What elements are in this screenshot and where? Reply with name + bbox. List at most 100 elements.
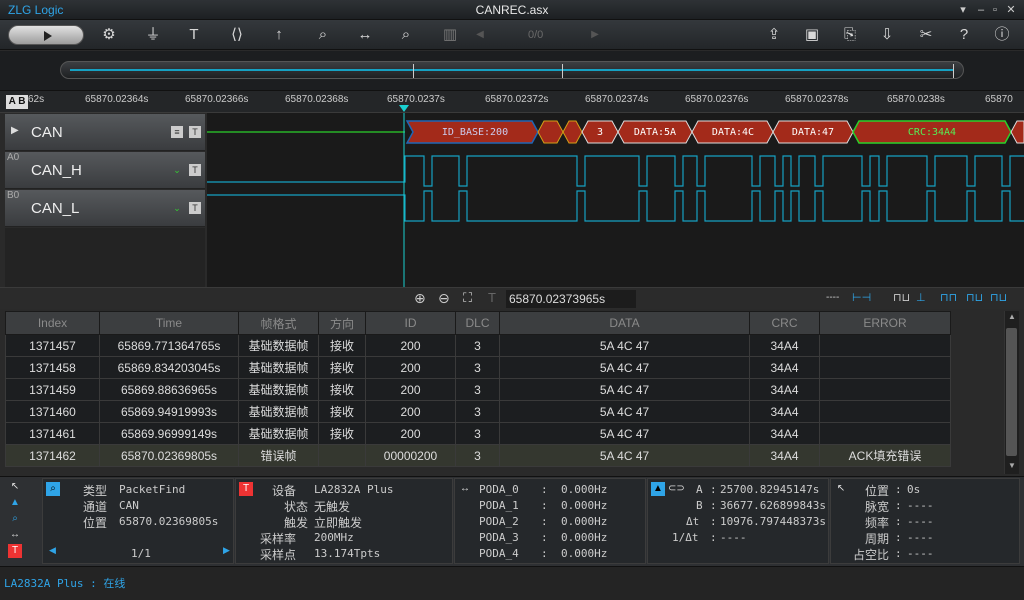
tool-palette: ↖ ▲ ⌕ ↔ T: [4, 478, 34, 564]
table-cell: 接收: [318, 334, 366, 357]
protocol-decode-icon[interactable]: ⟨⟩: [225, 24, 249, 46]
pulse-train-icon[interactable]: ⊓⊓: [940, 291, 957, 304]
zoom-in-icon[interactable]: ⊕: [414, 290, 426, 307]
range-icon[interactable]: ↔: [8, 528, 22, 542]
col-header[interactable]: CRC: [749, 311, 820, 335]
scroll-thumb[interactable]: [1006, 328, 1017, 456]
table-row[interactable]: 1371459 65869.88636965s 基础数据帧 接收 200 3 5A 4C 4…: [5, 378, 951, 401]
rising-edge-icon[interactable]: ⊥: [916, 291, 926, 304]
table-row[interactable]: 1371457 65869.771364765s 基础数据帧 接收 200 3 5A 4C …: [5, 334, 951, 357]
duty-cycle-icon[interactable]: ⊓⊔: [966, 291, 983, 304]
table-row[interactable]: 1371462 65870.02369805s 错误帧 00000200 3 5A 4C …: [5, 444, 951, 467]
cursor-label: Δt: [686, 515, 700, 528]
trigger-red-icon[interactable]: T: [239, 482, 253, 496]
overview-marker: [562, 64, 563, 78]
link-icon[interactable]: ⊂⊃: [668, 482, 685, 496]
col-header[interactable]: DATA: [499, 311, 750, 335]
tick-label: 65870.0237s: [387, 94, 445, 105]
col-header[interactable]: 方向: [318, 311, 366, 335]
trigger-t-icon[interactable]: T: [189, 202, 201, 214]
width-measure-icon[interactable]: ⊢⊣: [852, 291, 871, 304]
channel-can-l[interactable]: B0 CAN_L ⌄ T: [5, 190, 205, 227]
pointer-icon[interactable]: ▲: [651, 482, 665, 496]
table-cell: 5A 4C 47: [499, 378, 750, 401]
chevron-down-icon[interactable]: ⌄: [171, 164, 183, 176]
close-icon[interactable]: ✕: [1002, 2, 1020, 18]
search-value: PacketFind: [119, 483, 186, 496]
col-header[interactable]: Time: [99, 311, 239, 335]
tools-icon[interactable]: ✂: [914, 24, 938, 46]
table-row[interactable]: 1371458 65869.834203045s 基础数据帧 接收 200 3 5A 4C …: [5, 356, 951, 379]
search-icon[interactable]: ⌕: [46, 482, 60, 496]
info-icon[interactable]: ⓘ: [990, 24, 1014, 46]
pointer-icon[interactable]: ↖: [8, 480, 22, 494]
tick-label: 65870.02378s: [785, 94, 849, 105]
channel-can-h[interactable]: A0 CAN_H ⌄ T: [5, 152, 205, 189]
cursor-t-icon: T: [488, 290, 496, 305]
time-ruler[interactable]: A B 62s 65870.02364s 65870.02366s 65870.…: [0, 91, 1024, 113]
col-header[interactable]: ID: [365, 311, 456, 335]
channel-can[interactable]: ▶ CAN ≡ T: [5, 114, 205, 151]
next-page-icon[interactable]: ▶: [583, 24, 607, 46]
save-icon[interactable]: ▣: [800, 24, 824, 46]
select-pointer-icon[interactable]: ▲: [8, 496, 22, 510]
packet-search-icon[interactable]: ⌕: [311, 24, 335, 46]
scroll-down-icon[interactable]: ▼: [1008, 461, 1016, 470]
cursor-label: B: [696, 499, 703, 512]
toolbar: ⚙ ⏚ T ⟨⟩ ↑ ⌕ ↔ ⌕ ▥ ◀ 0/0 ▶ ⇪ ▣ ⎘ ⇩ ✂ ? ⓘ: [0, 20, 1024, 50]
cursor-value: 25700.82945147s: [720, 483, 820, 496]
edge-trigger-icon[interactable]: ↑: [267, 24, 291, 46]
search-icon[interactable]: ⌕: [394, 24, 418, 46]
trigger-t-icon[interactable]: T: [189, 126, 201, 138]
range-icon[interactable]: ↔: [458, 482, 472, 496]
download-icon[interactable]: ⇩: [875, 24, 899, 46]
zoom-search-icon[interactable]: ⌕: [8, 512, 22, 526]
run-button[interactable]: [8, 25, 84, 45]
channel-list-empty: [5, 228, 205, 287]
export-icon[interactable]: ⇪: [762, 24, 786, 46]
zoom-fit-icon[interactable]: ⛶: [463, 290, 472, 306]
probe-label: PODA_1: [479, 499, 519, 512]
trigger-t-icon[interactable]: T: [189, 164, 201, 176]
table-row[interactable]: 1371460 65869.94919993s 基础数据帧 接收 200 3 5A 4C 4…: [5, 400, 951, 423]
waveform-area[interactable]: ID_BASE:200 3 DATA:5A DATA:4C DATA:47 CR…: [207, 113, 1024, 287]
trigger-red-icon[interactable]: T: [8, 544, 22, 558]
period-icon[interactable]: ⊓⊔: [990, 291, 1007, 304]
save-as-icon[interactable]: ⎘: [838, 24, 862, 46]
dash-icon[interactable]: ----: [826, 292, 839, 303]
pulse-icon[interactable]: ⊓⊔: [893, 291, 910, 304]
table-cell: [819, 356, 951, 379]
colon: :: [541, 483, 548, 496]
chevron-down-icon[interactable]: ⌄: [171, 202, 183, 214]
table-row[interactable]: 1371461 65869.96999149s 基础数据帧 接收 200 3 5A 4C 4…: [5, 422, 951, 445]
settings-gear-icon[interactable]: ⚙: [97, 24, 121, 46]
trigger-icon[interactable]: ⏚: [141, 24, 165, 46]
help-icon[interactable]: ?: [952, 24, 976, 46]
next-result-icon[interactable]: ▶: [223, 545, 230, 556]
table-cell: 34A4: [749, 356, 820, 379]
pointer-icon[interactable]: ↖: [834, 482, 848, 496]
text-tool-icon[interactable]: T: [182, 24, 206, 46]
device-status: LA2832A Plus : 在线: [4, 577, 126, 590]
zoom-out-icon[interactable]: ⊖: [438, 290, 450, 307]
menu-arrow-icon[interactable]: ▾: [954, 2, 972, 18]
decode-field-tail: [1010, 120, 1024, 144]
table-cell: 接收: [318, 422, 366, 445]
trigger-marker-icon[interactable]: [399, 105, 409, 112]
col-header[interactable]: ERROR: [819, 311, 951, 335]
list-icon[interactable]: ≡: [171, 126, 183, 138]
tick-label: 65870.02366s: [185, 94, 249, 105]
table-cell: 基础数据帧: [238, 422, 319, 445]
ab-cursor-toggle[interactable]: A B: [6, 95, 28, 109]
device-label: 状态: [284, 500, 309, 514]
col-header[interactable]: Index: [5, 311, 100, 335]
table-cell: 1371460: [5, 400, 100, 423]
prev-page-icon[interactable]: ◀: [468, 24, 492, 46]
col-header[interactable]: 帧格式: [238, 311, 319, 335]
col-header[interactable]: DLC: [455, 311, 500, 335]
prev-result-icon[interactable]: ◀: [49, 545, 56, 556]
scroll-up-icon[interactable]: ▲: [1008, 312, 1016, 321]
colon: :: [895, 531, 902, 544]
measure-width-icon[interactable]: ↔: [353, 24, 377, 46]
expand-arrow-icon[interactable]: ▶: [11, 125, 19, 136]
